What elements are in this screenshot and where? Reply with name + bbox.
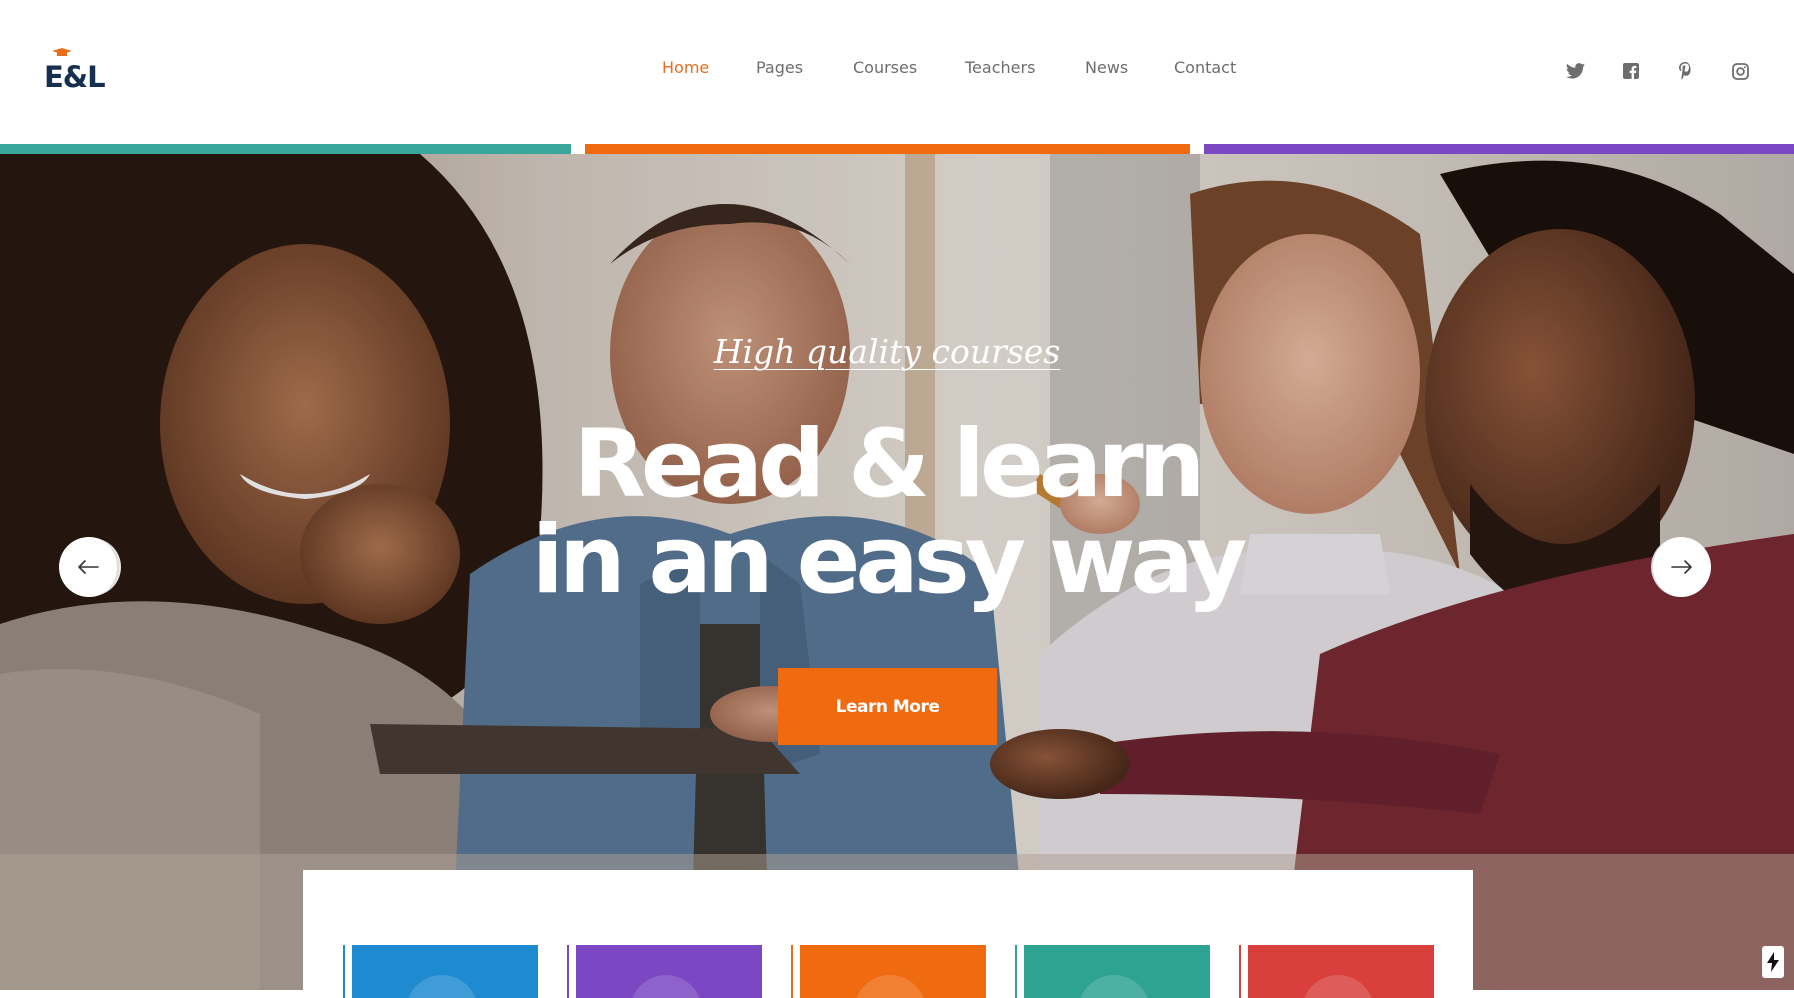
nav-home[interactable]: Home [662, 58, 709, 77]
feature-card-blue[interactable] [343, 945, 538, 998]
accent-bar-teal [0, 144, 571, 154]
learn-more-button[interactable]: Learn More [778, 668, 997, 745]
feature-card-orange[interactable] [791, 945, 986, 998]
graduation-cap-icon [52, 48, 72, 56]
nav-contact[interactable]: Contact [1174, 58, 1236, 77]
nav-teachers[interactable]: Teachers [965, 58, 1035, 77]
facebook-icon[interactable] [1619, 59, 1643, 83]
lightning-icon[interactable] [1762, 946, 1784, 978]
main-nav: Home Pages Courses Teachers News Contact [0, 58, 1794, 88]
nav-pages[interactable]: Pages [756, 58, 803, 77]
feature-card-teal[interactable] [1015, 945, 1210, 998]
arrow-left-icon [78, 560, 99, 574]
features-panel [303, 870, 1473, 998]
pinterest-icon[interactable] [1674, 59, 1698, 83]
arrow-right-icon [1671, 560, 1692, 574]
slider-prev-button[interactable] [59, 537, 119, 597]
feature-card-red[interactable] [1239, 945, 1434, 998]
feature-card-purple[interactable] [567, 945, 762, 998]
hero-tagline: High quality courses [713, 332, 1061, 371]
nav-courses[interactable]: Courses [853, 58, 917, 77]
hero-headline-line-2: in an easy way [531, 506, 1248, 615]
slider-next-button[interactable] [1651, 537, 1711, 597]
accent-bar-orange [585, 144, 1190, 154]
hero-slider: High quality courses Read & learn in an … [0, 154, 1794, 990]
nav-news[interactable]: News [1085, 58, 1128, 77]
hero-headline-line-1: Read & learn [573, 410, 1206, 519]
accent-bar-purple [1204, 144, 1794, 154]
site-header: E&L Home Pages Courses Teachers News Con… [0, 0, 1794, 144]
instagram-icon[interactable] [1728, 59, 1752, 83]
twitter-icon[interactable] [1563, 59, 1587, 83]
